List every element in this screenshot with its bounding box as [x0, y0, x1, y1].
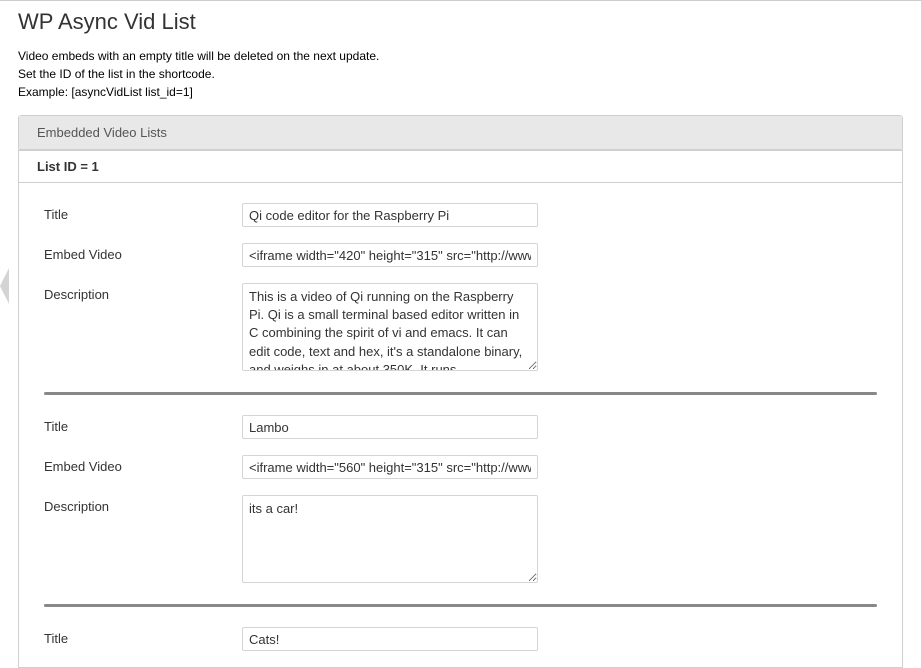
form-row-title: Title	[44, 415, 877, 439]
label-embed: Embed Video	[44, 455, 242, 474]
title-input[interactable]	[242, 203, 538, 227]
help-line: Video embeds with an empty title will be…	[18, 47, 903, 65]
item-divider	[44, 604, 877, 607]
panel-header: Embedded Video Lists	[19, 116, 902, 150]
title-input[interactable]	[242, 627, 538, 651]
embed-input[interactable]	[242, 455, 538, 479]
help-line: Set the ID of the list in the shortcode.	[18, 65, 903, 83]
label-description: Description	[44, 283, 242, 302]
list-panel: List ID = 1 Title Embed Video Descriptio…	[18, 150, 903, 668]
label-embed: Embed Video	[44, 243, 242, 262]
form-row-description: Description This is a video of Qi runnin…	[44, 283, 877, 376]
title-input[interactable]	[242, 415, 538, 439]
description-textarea[interactable]: This is a video of Qi running on the Ras…	[242, 283, 538, 371]
left-collapse-arrow[interactable]	[0, 268, 9, 304]
help-line: Example: [asyncVidList list_id=1]	[18, 83, 903, 101]
embedded-video-lists-panel: Embedded Video Lists	[18, 115, 903, 151]
page-title: WP Async Vid List	[18, 9, 903, 35]
form-row-embed: Embed Video	[44, 243, 877, 267]
label-title: Title	[44, 627, 242, 646]
embed-input[interactable]	[242, 243, 538, 267]
form-row-title: Title	[44, 627, 877, 651]
list-body: Title Embed Video Description This is a …	[19, 183, 902, 651]
form-row-embed: Embed Video	[44, 455, 877, 479]
label-description: Description	[44, 495, 242, 514]
item-divider	[44, 392, 877, 395]
list-header[interactable]: List ID = 1	[19, 151, 902, 183]
form-row-description: Description its a car!	[44, 495, 877, 588]
description-textarea[interactable]: its a car!	[242, 495, 538, 583]
label-title: Title	[44, 203, 242, 222]
form-row-title: Title	[44, 203, 877, 227]
help-text: Video embeds with an empty title will be…	[18, 47, 903, 101]
label-title: Title	[44, 415, 242, 434]
